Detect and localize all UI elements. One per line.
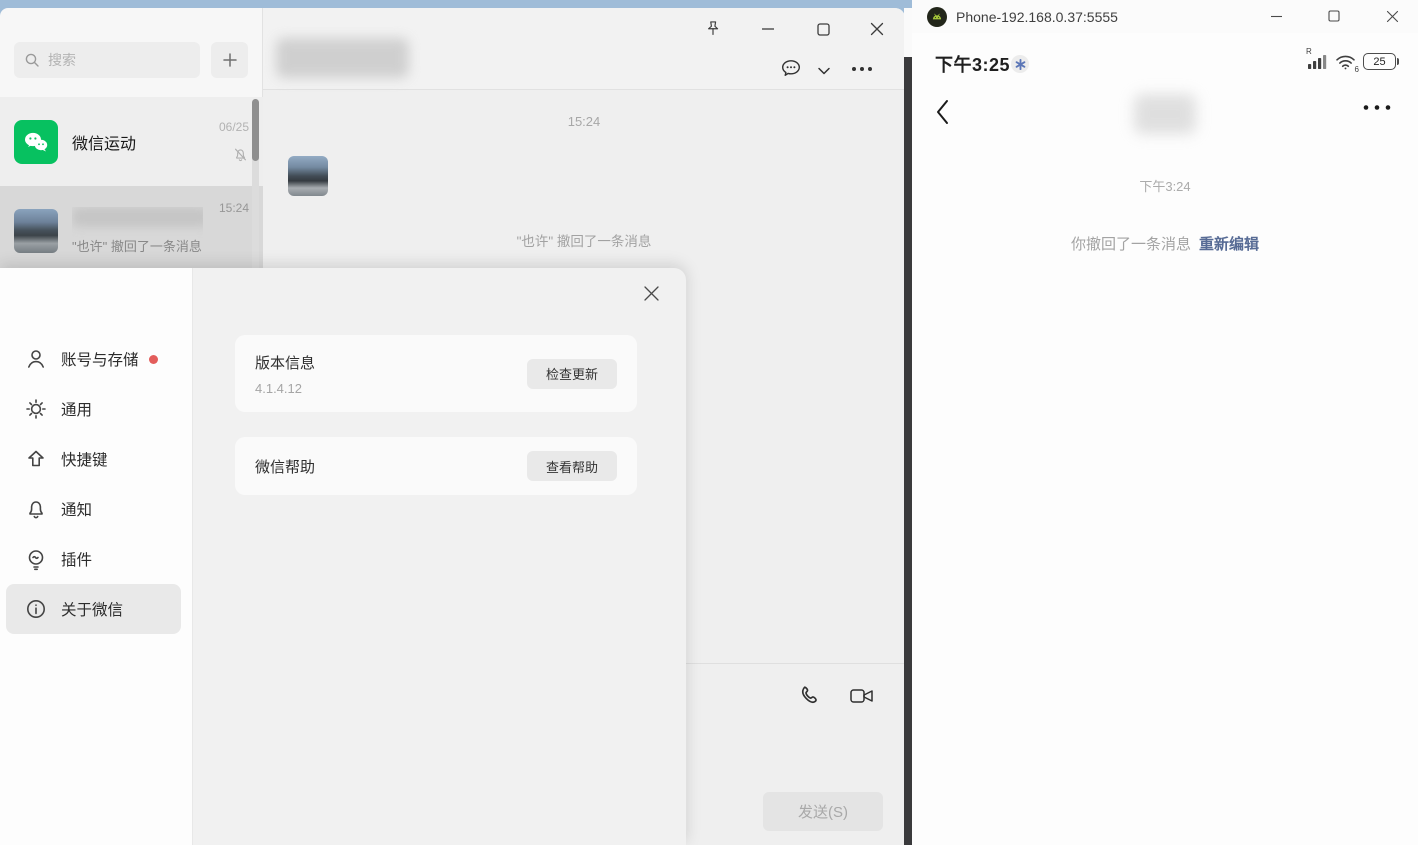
- maximize-icon[interactable]: [808, 14, 838, 44]
- version-title: 版本信息: [255, 354, 316, 372]
- phone-close-icon[interactable]: [1377, 2, 1407, 30]
- settings-sidebar: 账号与存储 通用 快捷键 通知 插件 关于微信: [0, 268, 193, 845]
- sidebar-item-plugins[interactable]: 插件: [6, 534, 181, 584]
- settings-window: 账号与存储 通用 快捷键 通知 插件 关于微信 版本信息 4.1.4.12 检查…: [0, 268, 686, 845]
- desktop: 微信运动 06/25 "也许" 撤回了一条消息: [0, 0, 1418, 845]
- shortcut-arrow-icon: [24, 447, 48, 471]
- search-box[interactable]: [14, 42, 200, 78]
- window-gap-light: [904, 8, 912, 57]
- message-timestamp: 15:24: [567, 114, 601, 129]
- sidebar-item-about-wechat[interactable]: 关于微信: [6, 584, 181, 634]
- phone-chat-title-blurred: [1134, 94, 1196, 134]
- sidebar-item-label: 快捷键: [61, 452, 108, 469]
- minimize-icon[interactable]: [753, 14, 783, 44]
- wechat-sports-avatar: [14, 119, 58, 164]
- chat-date: 06/25: [218, 120, 249, 134]
- gear-icon: [24, 397, 48, 421]
- phone-maximize-icon[interactable]: [1319, 2, 1349, 30]
- version-info-card: 版本信息 4.1.4.12 检查更新: [235, 335, 637, 412]
- person-icon: [24, 347, 48, 371]
- chat-title-blurred: [276, 38, 409, 78]
- contact-avatar: [14, 209, 58, 253]
- message-sender-avatar[interactable]: [288, 156, 328, 196]
- wifi-icon: 6: [1335, 54, 1359, 74]
- signal-roaming-badge: R: [1306, 47, 1312, 56]
- pin-icon[interactable]: [698, 14, 728, 44]
- search-input[interactable]: [48, 52, 188, 68]
- chat-bubble-icon[interactable]: [776, 53, 806, 83]
- muted-bell-icon: [232, 146, 249, 163]
- chat-name: 微信运动: [72, 135, 137, 153]
- back-chevron-icon[interactable]: [934, 98, 950, 126]
- android-icon: [927, 6, 947, 27]
- chevron-down-icon[interactable]: [809, 56, 839, 86]
- signal-icon: R: [1306, 47, 1328, 69]
- sidebar-item-label: 通用: [61, 402, 93, 419]
- status-icons: R 6 25: [1306, 47, 1399, 74]
- phone-minimize-icon[interactable]: [1261, 2, 1291, 30]
- voice-call-icon[interactable]: [796, 682, 823, 709]
- battery-icon: 25: [1363, 53, 1399, 70]
- check-update-button[interactable]: 检查更新: [527, 358, 617, 389]
- contact-name-blurred: [72, 207, 203, 227]
- sidebar-item-label: 插件: [61, 552, 93, 569]
- phone-mirror-window: Phone-192.168.0.37:5555 下午3:25 R 6 25 下午…: [912, 0, 1418, 845]
- phone-window-title: Phone-192.168.0.37:5555: [956, 8, 1118, 25]
- status-flower-icon: [1011, 55, 1029, 73]
- sidebar-item-label: 通知: [61, 502, 93, 519]
- phone-recall-line: 你撤回了一条消息 重新编辑: [912, 233, 1418, 254]
- sidebar-item-shortcuts[interactable]: 快捷键: [6, 434, 181, 484]
- phone-titlebar: Phone-192.168.0.37:5555: [912, 0, 1418, 33]
- phone-status-time: 下午3:25: [935, 55, 1011, 75]
- video-call-icon[interactable]: [848, 684, 876, 708]
- update-red-dot: [148, 354, 158, 364]
- chat-list-item-selected[interactable]: "也许" 撤回了一条消息 15:24: [0, 186, 263, 276]
- sidebar-item-account-storage[interactable]: 账号与存储: [6, 334, 181, 384]
- bell-icon: [24, 497, 48, 521]
- window-gap-dark: [904, 57, 912, 845]
- battery-percent: 25: [1373, 55, 1386, 68]
- sidebar-item-notifications[interactable]: 通知: [6, 484, 181, 534]
- chat-list-scrollbar[interactable]: [252, 99, 259, 274]
- view-help-button[interactable]: 查看帮助: [527, 451, 617, 481]
- help-title: 微信帮助: [255, 458, 316, 476]
- phone-more-icon[interactable]: [1362, 104, 1392, 111]
- chat-time: 15:24: [218, 201, 249, 215]
- version-value: 4.1.4.12: [255, 380, 302, 396]
- about-wechat-panel: 版本信息 4.1.4.12 检查更新 微信帮助 查看帮助: [193, 268, 686, 845]
- phone-recall-text: 你撤回了一条消息: [1070, 236, 1191, 253]
- info-icon: [24, 597, 48, 621]
- dialog-close-icon[interactable]: [638, 280, 664, 306]
- send-button[interactable]: 发送(S): [763, 792, 883, 831]
- sidebar-item-general[interactable]: 通用: [6, 384, 181, 434]
- more-icon[interactable]: [847, 54, 877, 84]
- add-chat-button[interactable]: [211, 42, 248, 78]
- search-icon: [24, 52, 40, 68]
- wifi-6-badge: 6: [1354, 64, 1359, 74]
- chat-list-item-wechat-sports[interactable]: 微信运动 06/25: [0, 97, 263, 186]
- close-icon[interactable]: [862, 14, 892, 44]
- reedit-link[interactable]: 重新编辑: [1199, 236, 1259, 253]
- chat-header: [263, 8, 905, 90]
- recall-system-message: "也许" 撤回了一条消息: [516, 234, 652, 249]
- sidebar-item-label: 账号与存储: [61, 352, 139, 369]
- sidebar-item-label: 关于微信: [61, 602, 124, 619]
- phone-message-timestamp: 下午3:24: [1139, 179, 1191, 194]
- chat-list-scrollbar-thumb[interactable]: [252, 99, 259, 161]
- plugin-icon: [24, 547, 48, 571]
- chat-preview: "也许" 撤回了一条消息: [72, 239, 202, 254]
- wechat-help-card: 微信帮助 查看帮助: [235, 437, 637, 495]
